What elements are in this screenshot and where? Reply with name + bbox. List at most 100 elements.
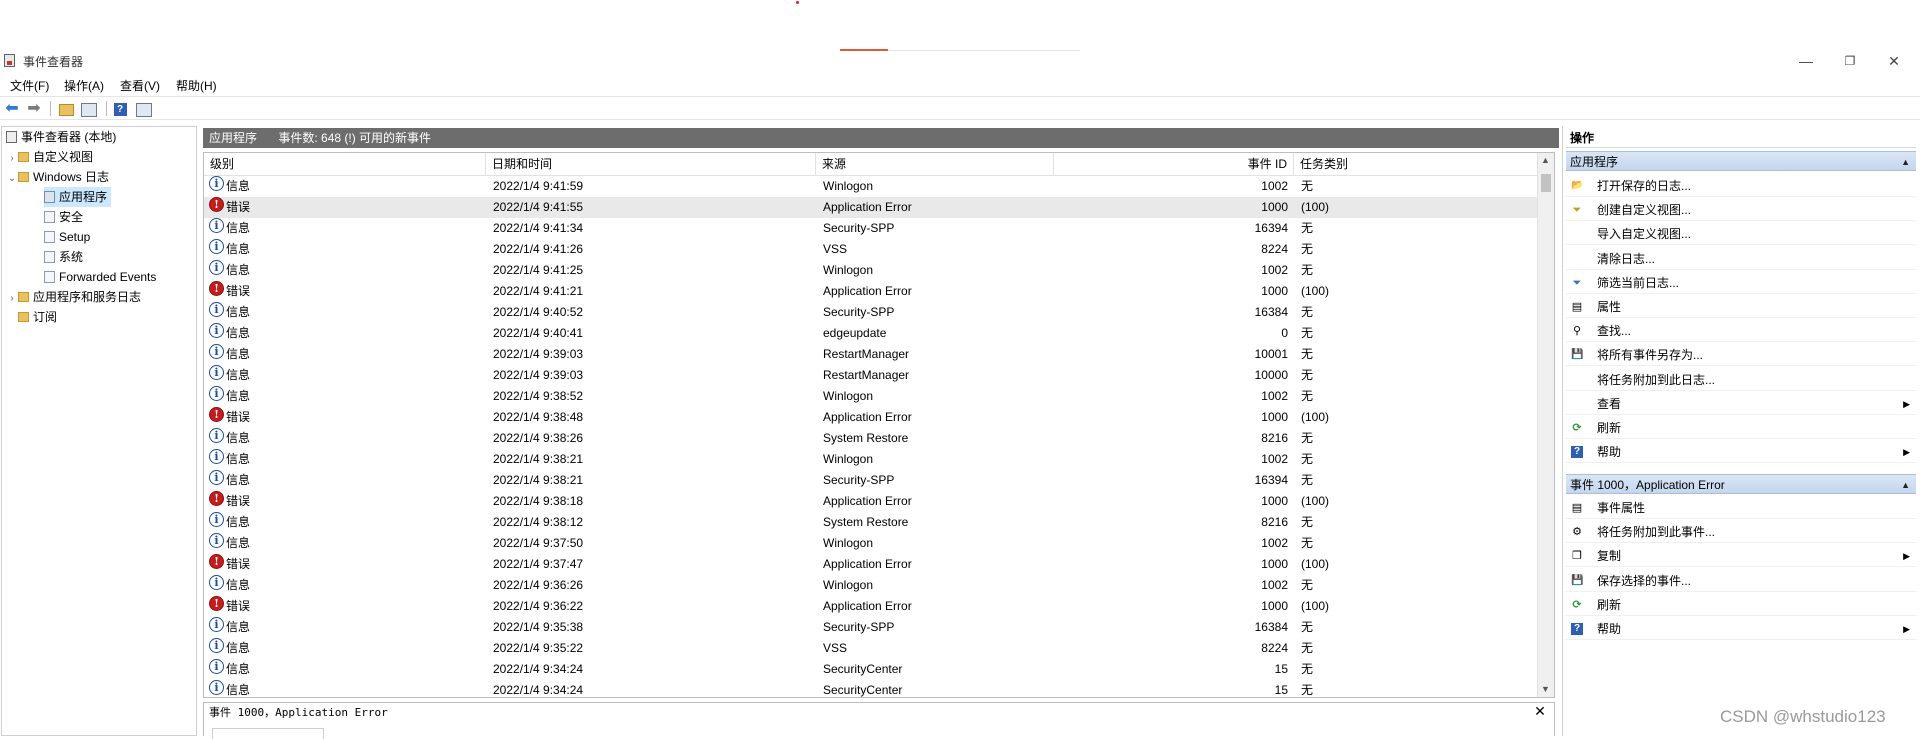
minimize-button[interactable]: — bbox=[1786, 50, 1826, 72]
action-item[interactable]: ▤ 属性 bbox=[1566, 297, 1916, 318]
action-item[interactable]: ⟳ 刷新 bbox=[1566, 418, 1916, 439]
action-label: 查看 bbox=[1597, 396, 1622, 411]
table-row[interactable]: i 信息 2022/1/4 9:34:24 SecurityCenter 15 无 bbox=[204, 659, 1538, 680]
scrollbar-thumb[interactable] bbox=[1541, 174, 1551, 192]
action-item[interactable]: ⏷ 创建自定义视图... bbox=[1566, 200, 1916, 222]
collapse-caret-icon[interactable]: ▲ bbox=[1901, 152, 1910, 172]
tree-item-subscriptions[interactable]: 订阅 bbox=[2, 307, 196, 327]
tree-item-root[interactable]: 事件查看器 (本地) bbox=[2, 127, 196, 147]
detail-close-icon[interactable]: ✕ bbox=[1532, 703, 1548, 720]
tree-item-system[interactable]: 系统 bbox=[2, 247, 196, 267]
vertical-scrollbar[interactable] bbox=[1537, 153, 1554, 697]
action-item[interactable]: 📂 打开保存的日志... bbox=[1566, 176, 1916, 197]
cell-datetime: 2022/1/4 9:39:03 bbox=[493, 347, 584, 361]
chevron-right-icon[interactable]: › bbox=[6, 289, 18, 309]
cell-task-category: 无 bbox=[1301, 305, 1314, 319]
action-item[interactable]: ▤ 事件属性 bbox=[1566, 498, 1916, 519]
tree-item-application[interactable]: 应用程序 bbox=[2, 187, 196, 207]
cell-datetime: 2022/1/4 9:38:48 bbox=[493, 410, 584, 424]
menu-view[interactable]: 查看(V) bbox=[120, 77, 160, 94]
open-folder-icon[interactable] bbox=[58, 100, 74, 117]
action-label: 将任务附加到此日志... bbox=[1597, 372, 1716, 387]
cell-source: Application Error bbox=[823, 599, 912, 613]
table-row[interactable]: ! 错误 2022/1/4 9:41:55 Application Error 1000… bbox=[204, 197, 1538, 218]
table-row[interactable]: i 信息 2022/1/4 9:39:03 RestartManager 10001 无 bbox=[204, 344, 1538, 365]
table-row[interactable]: i 信息 2022/1/4 9:40:52 Security-SPP 16384 无 bbox=[204, 302, 1538, 323]
action-item[interactable]: 💾 将所有事件另存为... bbox=[1566, 345, 1916, 367]
forward-arrow-icon[interactable]: ➡ bbox=[26, 100, 42, 117]
action-label: 导入自定义视图... bbox=[1597, 227, 1692, 242]
table-row[interactable]: ! 错误 2022/1/4 9:36:22 Application Error 1000… bbox=[204, 596, 1538, 617]
tree-item-security[interactable]: 安全 bbox=[2, 207, 196, 227]
action-item[interactable]: ⟳ 刷新 bbox=[1566, 595, 1916, 616]
table-row[interactable]: i 信息 2022/1/4 9:34:24 SecurityCenter 15 无 bbox=[204, 680, 1538, 697]
chevron-down-icon[interactable]: ⌄ bbox=[6, 169, 18, 189]
table-row[interactable]: i 信息 2022/1/4 9:41:25 Winlogon 1002 无 bbox=[204, 260, 1538, 281]
filter-icon: ⏷ bbox=[1572, 276, 1582, 289]
column-header-task-category[interactable]: 任务类别 bbox=[1294, 153, 1538, 175]
scroll-up-icon[interactable]: ▲ bbox=[1537, 155, 1554, 165]
column-header-event-id[interactable]: 事件 ID bbox=[1054, 153, 1294, 175]
table-row[interactable]: i 信息 2022/1/4 9:36:26 Winlogon 1002 无 bbox=[204, 575, 1538, 596]
action-item[interactable]: 清除日志... bbox=[1566, 249, 1916, 270]
menu-action[interactable]: 操作(A) bbox=[64, 77, 104, 94]
back-arrow-icon[interactable]: ⬅ bbox=[4, 100, 20, 117]
table-row[interactable]: i 信息 2022/1/4 9:38:52 Winlogon 1002 无 bbox=[204, 386, 1538, 407]
column-header-source[interactable]: 来源 bbox=[816, 153, 1054, 175]
action-item[interactable]: ⚙ 将任务附加到此事件... bbox=[1566, 522, 1916, 544]
menu-help[interactable]: 帮助(H) bbox=[176, 77, 217, 94]
action-item[interactable]: 💾 保存选择的事件... bbox=[1566, 571, 1916, 592]
table-row[interactable]: i 信息 2022/1/4 9:38:21 Security-SPP 16394 无 bbox=[204, 470, 1538, 491]
detail-tab[interactable] bbox=[212, 728, 324, 739]
menu-file[interactable]: 文件(F) bbox=[10, 77, 49, 94]
table-row[interactable]: i 信息 2022/1/4 9:41:34 Security-SPP 16394 无 bbox=[204, 218, 1538, 239]
table-row[interactable]: ! 错误 2022/1/4 9:41:21 Application Error 1000… bbox=[204, 281, 1538, 302]
show-hide-tree-icon[interactable] bbox=[80, 100, 98, 117]
column-header-datetime[interactable]: 日期和时间 bbox=[486, 153, 816, 175]
cell-event-id: 1002 bbox=[1261, 578, 1288, 592]
action-label: 属性 bbox=[1597, 300, 1622, 314]
cell-level: 信息 bbox=[226, 515, 251, 529]
tree-item-setup[interactable]: Setup bbox=[2, 227, 196, 247]
chevron-right-icon[interactable]: › bbox=[6, 149, 18, 169]
info-icon: i bbox=[209, 386, 224, 401]
table-row[interactable]: i 信息 2022/1/4 9:38:21 Winlogon 1002 无 bbox=[204, 449, 1538, 470]
table-row[interactable]: i 信息 2022/1/4 9:41:26 VSS 8224 无 bbox=[204, 239, 1538, 260]
cell-level: 信息 bbox=[226, 683, 251, 697]
cell-level: 错误 bbox=[226, 200, 251, 214]
tree-item-app-service-logs[interactable]: › 应用程序和服务日志 bbox=[2, 287, 196, 307]
actions-section-application[interactable]: 应用程序 ▲ bbox=[1566, 151, 1916, 171]
cell-level: 错误 bbox=[226, 284, 251, 298]
action-item[interactable]: 查看 ▶ bbox=[1566, 394, 1916, 415]
show-hide-actions-icon[interactable] bbox=[135, 100, 153, 117]
close-button[interactable]: ✕ bbox=[1874, 50, 1914, 72]
scroll-down-icon[interactable]: ▼ bbox=[1537, 684, 1554, 694]
table-row[interactable]: i 信息 2022/1/4 9:38:12 System Restore 8216 无 bbox=[204, 512, 1538, 533]
action-item[interactable]: ? 帮助 ▶ bbox=[1566, 442, 1916, 464]
action-item[interactable]: ⚲ 查找... bbox=[1566, 321, 1916, 343]
tree-item-windows-logs[interactable]: ⌄ Windows 日志 bbox=[2, 167, 196, 187]
table-row[interactable]: i 信息 2022/1/4 9:35:38 Security-SPP 16384 无 bbox=[204, 617, 1538, 638]
tree-item-forwarded-events[interactable]: Forwarded Events bbox=[2, 267, 196, 287]
table-row[interactable]: ! 错误 2022/1/4 9:38:48 Application Error 1000… bbox=[204, 407, 1538, 428]
table-row[interactable]: i 信息 2022/1/4 9:35:22 VSS 8224 无 bbox=[204, 638, 1538, 659]
action-item[interactable]: 将任务附加到此日志... bbox=[1566, 370, 1916, 391]
restore-button[interactable]: ❐ bbox=[1830, 50, 1870, 72]
collapse-caret-icon[interactable]: ▲ bbox=[1901, 475, 1910, 495]
help-icon[interactable]: ? bbox=[112, 100, 128, 117]
action-item[interactable]: ? 帮助 ▶ bbox=[1566, 619, 1916, 640]
column-header-level[interactable]: 级别 bbox=[204, 153, 486, 175]
table-row[interactable]: i 信息 2022/1/4 9:37:50 Winlogon 1002 无 bbox=[204, 533, 1538, 554]
action-item[interactable]: 导入自定义视图... bbox=[1566, 224, 1916, 246]
table-row[interactable]: i 信息 2022/1/4 9:39:03 RestartManager 10000 无 bbox=[204, 365, 1538, 386]
table-row[interactable]: i 信息 2022/1/4 9:38:26 System Restore 8216 无 bbox=[204, 428, 1538, 449]
table-row[interactable]: ! 错误 2022/1/4 9:37:47 Application Error 1000… bbox=[204, 554, 1538, 575]
cell-level: 信息 bbox=[226, 221, 251, 235]
table-row[interactable]: ! 错误 2022/1/4 9:38:18 Application Error 1000… bbox=[204, 491, 1538, 512]
table-row[interactable]: i 信息 2022/1/4 9:41:59 Winlogon 1002 无 bbox=[204, 176, 1538, 197]
table-row[interactable]: i 信息 2022/1/4 9:40:41 edgeupdate 0 无 bbox=[204, 323, 1538, 344]
action-item[interactable]: ⏷ 筛选当前日志... bbox=[1566, 273, 1916, 294]
tree-item-custom-views[interactable]: › 自定义视图 bbox=[2, 147, 196, 167]
actions-section-event[interactable]: 事件 1000，Application Error ▲ bbox=[1566, 474, 1916, 494]
action-item[interactable]: ❐ 复制 ▶ bbox=[1566, 546, 1916, 568]
